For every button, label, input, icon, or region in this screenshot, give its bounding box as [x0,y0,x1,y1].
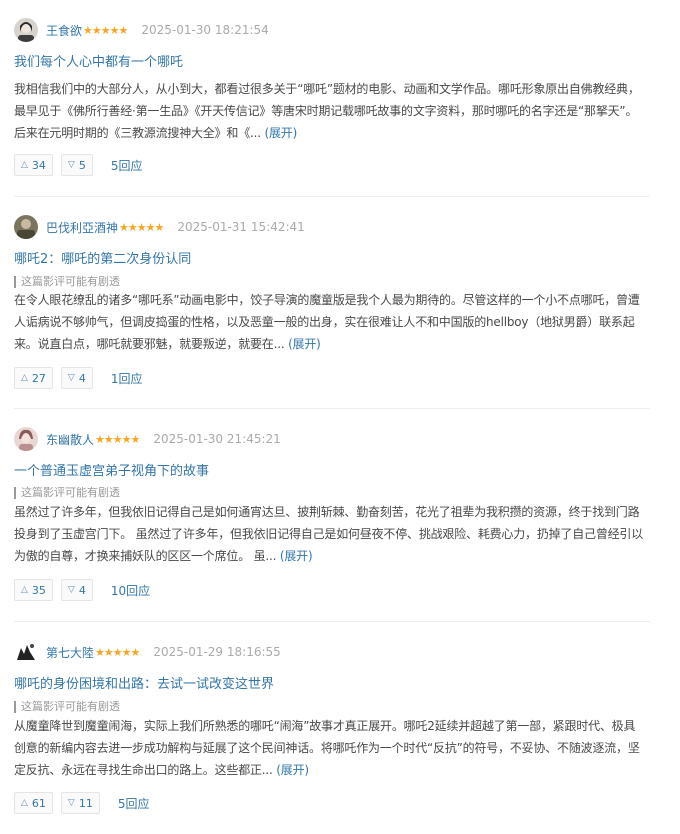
author-name[interactable]: 巴伐利亞酒神 [46,219,118,236]
review-header: 东幽散人 ★★★★★ 2025-01-30 21:45:21 [14,427,281,451]
review-body-text: 我相信我们中的大部分人，从小到大，都看过很多关于“哪吒”题材的电影、动画和文学作… [14,82,640,140]
upvote-count: 35 [31,583,46,597]
review-item: 第七大陸 ★★★★★ 2025-01-29 18:16:55 哪吒的身份困境和出… [14,622,650,834]
review-body-text: 从魔童降世到魔童闹海，实际上我们所熟悉的哪吒“闹海”故事才真正展开。哪吒2延续并… [14,719,640,777]
review-body: 我相信我们中的大部分人，从小到大，都看过很多关于“哪吒”题材的电影、动画和文学作… [14,78,644,144]
expand-link[interactable]: (展开) [280,549,313,563]
review-item: 王食欲 ★★★★★ 2025-01-30 18:21:54 我们每个人心中都有一… [14,0,650,197]
review-body: 从魔童降世到魔童闹海，实际上我们所熟悉的哪吒“闹海”故事才真正展开。哪吒2延续并… [14,715,644,781]
rating-stars: ★★★★★ [119,220,164,234]
author-name[interactable]: 东幽散人 [46,431,94,448]
upvote-count: 34 [31,158,46,172]
downvote-count: 5 [78,158,86,172]
review-time: 2025-01-31 15:42:41 [177,220,305,234]
downvote-button[interactable]: ▽ 4 [60,579,93,601]
rating-stars: ★★★★★ [95,645,140,659]
downvote-count: 4 [78,583,86,597]
replies-link[interactable]: 5回应 [118,795,150,812]
replies-link[interactable]: 10回应 [111,582,150,599]
review-actions: △ 35 ▽ 4 10回应 [14,579,150,601]
downvote-button[interactable]: ▽ 4 [60,367,93,389]
author-name[interactable]: 王食欲 [46,22,82,39]
avatar[interactable] [14,427,38,451]
review-time: 2025-01-30 21:45:21 [153,432,281,446]
spoiler-warning: 这篇影评可能有剧透 [14,487,120,499]
replies-link[interactable]: 1回应 [111,370,143,387]
review-title[interactable]: 一个普通玉虚宫弟子视角下的故事 [14,460,209,479]
review-body-text: 虽然过了许多年，但我依旧记得自己是如何通宵达旦、披荆斩棘、勤奋刻苦，花光了祖辈为… [14,505,644,563]
upvote-count: 61 [31,796,46,810]
review-time: 2025-01-30 18:21:54 [141,23,269,37]
review-title[interactable]: 哪吒的身份困境和出路：去试一试改变这世界 [14,673,274,692]
review-title[interactable]: 我们每个人心中都有一个哪吒 [14,51,183,70]
expand-link[interactable]: (展开) [264,126,297,140]
review-header: 第七大陸 ★★★★★ 2025-01-29 18:16:55 [14,640,281,664]
avatar[interactable] [14,215,38,239]
downvote-count: 4 [78,371,86,385]
review-header: 巴伐利亞酒神 ★★★★★ 2025-01-31 15:42:41 [14,215,305,239]
thumb-down-icon: ▽ [67,798,75,808]
rating-stars: ★★★★★ [83,23,128,37]
spoiler-warning: 这篇影评可能有剧透 [14,276,120,288]
review-body-text: 在令人眼花缭乱的诸多“哪吒系”动画电影中，饺子导演的魔童版是我个人最为期待的。尽… [14,293,640,351]
thumb-down-icon: ▽ [67,373,75,383]
thumb-down-icon: ▽ [67,160,75,170]
review-time: 2025-01-29 18:16:55 [153,645,281,659]
spoiler-warning: 这篇影评可能有剧透 [14,701,120,713]
upvote-button[interactable]: △ 34 [14,154,53,176]
expand-link[interactable]: (展开) [276,763,309,777]
thumb-down-icon: ▽ [67,585,75,595]
review-list: 王食欲 ★★★★★ 2025-01-30 18:21:54 我们每个人心中都有一… [0,0,650,834]
downvote-button[interactable]: ▽ 5 [60,154,93,176]
review-header: 王食欲 ★★★★★ 2025-01-30 18:21:54 [14,18,269,42]
downvote-count: 11 [78,796,93,810]
review-item: 巴伐利亞酒神 ★★★★★ 2025-01-31 15:42:41 哪吒2：哪吒的… [14,197,650,409]
review-body: 在令人眼花缭乱的诸多“哪吒系”动画电影中，饺子导演的魔童版是我个人最为期待的。尽… [14,289,644,355]
review-title[interactable]: 哪吒2：哪吒的第二次身份认同 [14,248,191,267]
upvote-button[interactable]: △ 35 [14,579,53,601]
upvote-count: 27 [31,371,46,385]
author-name[interactable]: 第七大陸 [46,644,94,661]
thumb-up-icon: △ [21,585,28,595]
review-actions: △ 61 ▽ 11 5回应 [14,792,149,814]
review-actions: △ 27 ▽ 4 1回应 [14,367,142,389]
review-item: 东幽散人 ★★★★★ 2025-01-30 21:45:21 一个普通玉虚宫弟子… [14,409,650,622]
thumb-up-icon: △ [21,160,28,170]
avatar[interactable] [14,18,38,42]
upvote-button[interactable]: △ 61 [14,792,53,814]
thumb-up-icon: △ [21,373,28,383]
thumb-up-icon: △ [21,798,28,808]
expand-link[interactable]: (展开) [288,337,321,351]
upvote-button[interactable]: △ 27 [14,367,53,389]
replies-link[interactable]: 5回应 [111,157,143,174]
review-actions: △ 34 ▽ 5 5回应 [14,154,142,176]
review-body: 虽然过了许多年，但我依旧记得自己是如何通宵达旦、披荆斩棘、勤奋刻苦，花光了祖辈为… [14,501,644,567]
downvote-button[interactable]: ▽ 11 [60,792,100,814]
avatar[interactable] [14,640,38,664]
rating-stars: ★★★★★ [95,432,140,446]
